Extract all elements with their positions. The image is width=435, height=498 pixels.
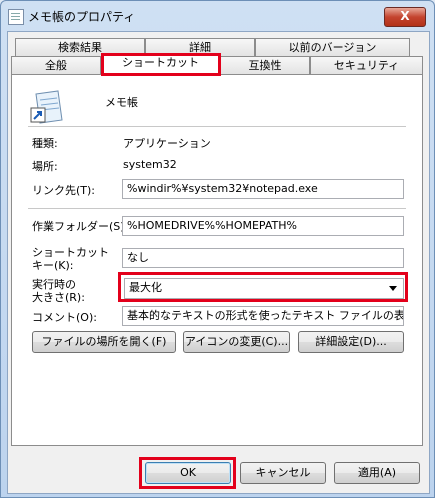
chevron-down-icon[interactable]	[389, 286, 397, 291]
shortcut-key-label-line2: キー(K):	[32, 259, 74, 272]
location-value: system32	[123, 158, 177, 171]
app-name: メモ帳	[105, 96, 138, 109]
separator	[28, 208, 406, 209]
run-label-line2: 大きさ(R):	[32, 291, 85, 304]
tab-compatibility[interactable]: 互換性	[220, 56, 310, 74]
tab-previous-versions[interactable]: 以前のバージョン	[255, 38, 410, 56]
tab-security[interactable]: セキュリティ	[310, 56, 423, 74]
notepad-shortcut-icon	[30, 90, 63, 124]
advanced-button[interactable]: 詳細設定(D)...	[298, 331, 404, 353]
tab-general[interactable]: 全般	[11, 56, 101, 74]
apply-button[interactable]: 適用(A)	[334, 462, 420, 484]
start-in-input[interactable]: %HOMEDRIVE%%HOMEPATH%	[122, 216, 404, 236]
notepad-icon	[8, 9, 24, 25]
comment-input[interactable]: 基本的なテキストの形式を使ったテキスト ファイルの表示と編集	[122, 306, 404, 326]
separator	[28, 126, 406, 127]
tab-shortcut[interactable]: ショートカット	[101, 53, 220, 75]
start-in-label: 作業フォルダー(S):	[32, 220, 129, 233]
cancel-button[interactable]: キャンセル	[240, 462, 326, 484]
shortcut-key-input[interactable]: なし	[122, 248, 404, 268]
type-value: アプリケーション	[123, 137, 211, 150]
target-label: リンク先(T):	[32, 184, 96, 197]
location-label: 場所:	[32, 160, 58, 173]
close-button[interactable]: X	[384, 7, 426, 27]
change-icon-button[interactable]: アイコンの変更(C)...	[183, 331, 290, 353]
run-select-value: 最大化	[129, 281, 162, 294]
title-bar[interactable]: メモ帳のプロパティ X	[1, 1, 434, 31]
run-select[interactable]: 最大化	[124, 278, 404, 299]
open-file-location-button[interactable]: ファイルの場所を開く(F)	[32, 331, 176, 353]
comment-label: コメント(O):	[32, 311, 97, 324]
window-title: メモ帳のプロパティ	[28, 10, 136, 24]
ok-button[interactable]: OK	[145, 462, 231, 484]
type-label: 種類:	[32, 137, 58, 150]
target-input[interactable]: %windir%¥system32¥notepad.exe	[122, 179, 404, 199]
